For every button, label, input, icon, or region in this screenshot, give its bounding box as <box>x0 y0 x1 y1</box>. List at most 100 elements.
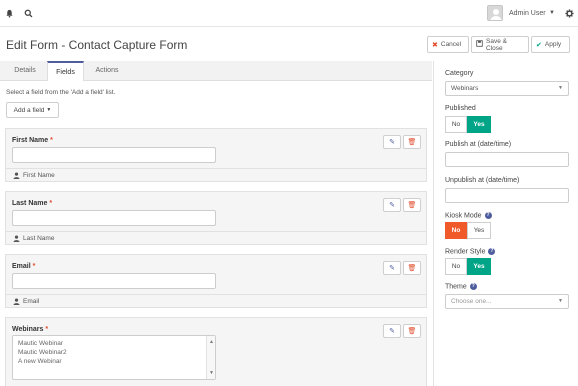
delete-field-button[interactable]: 🗑 <box>403 324 421 338</box>
trash-icon: 🗑 <box>407 328 417 335</box>
field-footer: Email <box>6 294 426 307</box>
first-name-input[interactable] <box>12 147 216 163</box>
field-alias: First Name <box>23 172 55 179</box>
unpublish-at-label: Unpublish at (date/time) <box>445 177 520 184</box>
delete-field-button[interactable]: 🗑 <box>403 261 421 275</box>
tab-bar: Details Fields Actions <box>0 61 432 81</box>
field-card-last-name: Last Name * ✎ 🗑 Last Name <box>5 191 427 245</box>
kiosk-yes-option[interactable]: Yes <box>467 222 491 239</box>
user-icon <box>13 298 20 305</box>
help-icon[interactable]: ? <box>484 212 492 219</box>
edit-icon: ✎ <box>389 139 395 146</box>
render-yes-option[interactable]: Yes <box>467 258 491 275</box>
publish-at-label: Publish at (date/time) <box>445 141 512 148</box>
trash-icon: 🗑 <box>407 202 417 209</box>
field-label: Last Name * <box>12 200 52 207</box>
search-icon[interactable] <box>23 8 34 19</box>
list-option[interactable]: Mautic Webinar <box>18 340 63 347</box>
delete-field-button[interactable]: 🗑 <box>403 198 421 212</box>
email-input[interactable] <box>12 273 216 289</box>
render-style-toggle[interactable]: No Yes <box>445 258 491 275</box>
tab-actions[interactable]: Actions <box>87 61 127 81</box>
help-icon[interactable]: ? <box>488 248 496 255</box>
edit-field-button[interactable]: ✎ <box>383 135 401 149</box>
top-navbar: Admin User ▼ <box>0 0 578 27</box>
list-option[interactable]: A new Webinar <box>18 358 62 365</box>
user-menu-name[interactable]: Admin User <box>509 10 546 17</box>
tab-details[interactable]: Details <box>5 61 45 81</box>
apply-button[interactable]: ✔ Apply <box>531 36 570 53</box>
trash-icon: 🗑 <box>407 265 417 272</box>
kiosk-no-option[interactable]: No <box>445 222 467 239</box>
help-icon[interactable]: ? <box>469 283 477 290</box>
theme-label-text: Theme <box>445 283 467 291</box>
field-label-text: Last Name <box>12 200 48 207</box>
user-icon <box>13 172 20 179</box>
chevron-up-icon[interactable]: ▲ <box>209 339 214 345</box>
edit-icon: ✎ <box>389 265 395 272</box>
close-icon: ✖ <box>432 41 438 49</box>
trash-icon: 🗑 <box>407 139 417 146</box>
render-style-label: Render Style ? <box>445 248 496 256</box>
fields-hint: Select a field from the 'Add a field' li… <box>6 89 116 96</box>
user-icon <box>13 235 20 242</box>
chevron-down-icon[interactable]: ▼ <box>549 10 555 16</box>
edit-field-button[interactable]: ✎ <box>383 261 401 275</box>
kiosk-mode-label-text: Kiosk Mode <box>445 212 482 220</box>
fields-tab-content: Select a field from the 'Add a field' li… <box>0 81 432 386</box>
form-settings-sidebar: Category Webinars ▼ Published No Yes Pub… <box>433 61 578 386</box>
scrollbar[interactable]: ▲ ▼ <box>206 336 215 379</box>
theme-placeholder: Choose one... <box>451 298 492 305</box>
edit-field-button[interactable]: ✎ <box>383 324 401 338</box>
publish-at-input[interactable] <box>445 152 569 167</box>
edit-icon: ✎ <box>389 202 395 209</box>
theme-label: Theme ? <box>445 283 477 290</box>
field-alias: Last Name <box>23 235 55 242</box>
delete-field-button[interactable]: 🗑 <box>403 135 421 149</box>
cancel-button[interactable]: ✖ Cancel <box>427 36 469 53</box>
theme-select[interactable]: Choose one... ▼ <box>445 294 569 309</box>
add-field-dropdown[interactable]: Add a field ▼ <box>6 102 59 118</box>
apply-button-label: Apply <box>544 41 562 48</box>
chevron-down-icon[interactable]: ▼ <box>209 370 214 376</box>
published-no-option[interactable]: No <box>445 116 467 133</box>
published-yes-option[interactable]: Yes <box>467 116 491 133</box>
last-name-input[interactable] <box>12 210 216 226</box>
kiosk-mode-label: Kiosk Mode ? <box>445 212 492 219</box>
cancel-button-label: Cancel <box>440 41 462 48</box>
webinars-multiselect[interactable]: Mautic Webinar Mautic Webinar2 A new Web… <box>12 335 216 380</box>
field-card-email: Email * ✎ 🗑 Email <box>5 254 427 308</box>
published-toggle[interactable]: No Yes <box>445 116 491 133</box>
field-footer: Last Name <box>6 231 426 244</box>
gear-icon[interactable] <box>564 8 575 19</box>
field-label-text: First Name <box>12 137 49 144</box>
category-select[interactable]: Webinars ▼ <box>445 81 569 96</box>
page-title: Edit Form - Contact Capture Form <box>6 38 188 52</box>
toolbar: ✖ Cancel Save & Close ✔ Apply <box>427 36 572 53</box>
field-label: Email * <box>12 263 35 270</box>
edit-icon: ✎ <box>389 328 395 335</box>
add-field-label: Add a field <box>13 106 45 114</box>
kiosk-mode-toggle[interactable]: No Yes <box>445 222 491 239</box>
save-icon <box>476 40 483 49</box>
unpublish-at-input[interactable] <box>445 188 569 203</box>
save-close-button[interactable]: Save & Close <box>471 36 529 53</box>
field-label: Webinars * <box>12 326 48 333</box>
field-card-webinars: Webinars * ✎ 🗑 Mautic Webinar Mautic Web… <box>5 317 427 386</box>
category-label: Category <box>445 70 474 77</box>
edit-field-button[interactable]: ✎ <box>383 198 401 212</box>
form-editor-panel: Details Fields Actions Select a field fr… <box>0 61 432 386</box>
list-option[interactable]: Mautic Webinar2 <box>18 349 67 356</box>
chevron-down-icon: ▼ <box>46 107 52 113</box>
avatar[interactable] <box>487 5 503 21</box>
field-alias: Email <box>23 298 40 305</box>
field-label: First Name * <box>12 137 53 144</box>
bell-icon[interactable] <box>4 8 15 19</box>
required-marker: * <box>32 263 36 270</box>
chevron-down-icon: ▼ <box>558 85 563 91</box>
tab-fields[interactable]: Fields <box>47 61 84 81</box>
render-style-label-text: Render Style <box>445 248 486 256</box>
render-no-option[interactable]: No <box>445 258 467 275</box>
field-label-text: Email <box>12 263 31 270</box>
field-label-text: Webinars <box>12 326 44 333</box>
